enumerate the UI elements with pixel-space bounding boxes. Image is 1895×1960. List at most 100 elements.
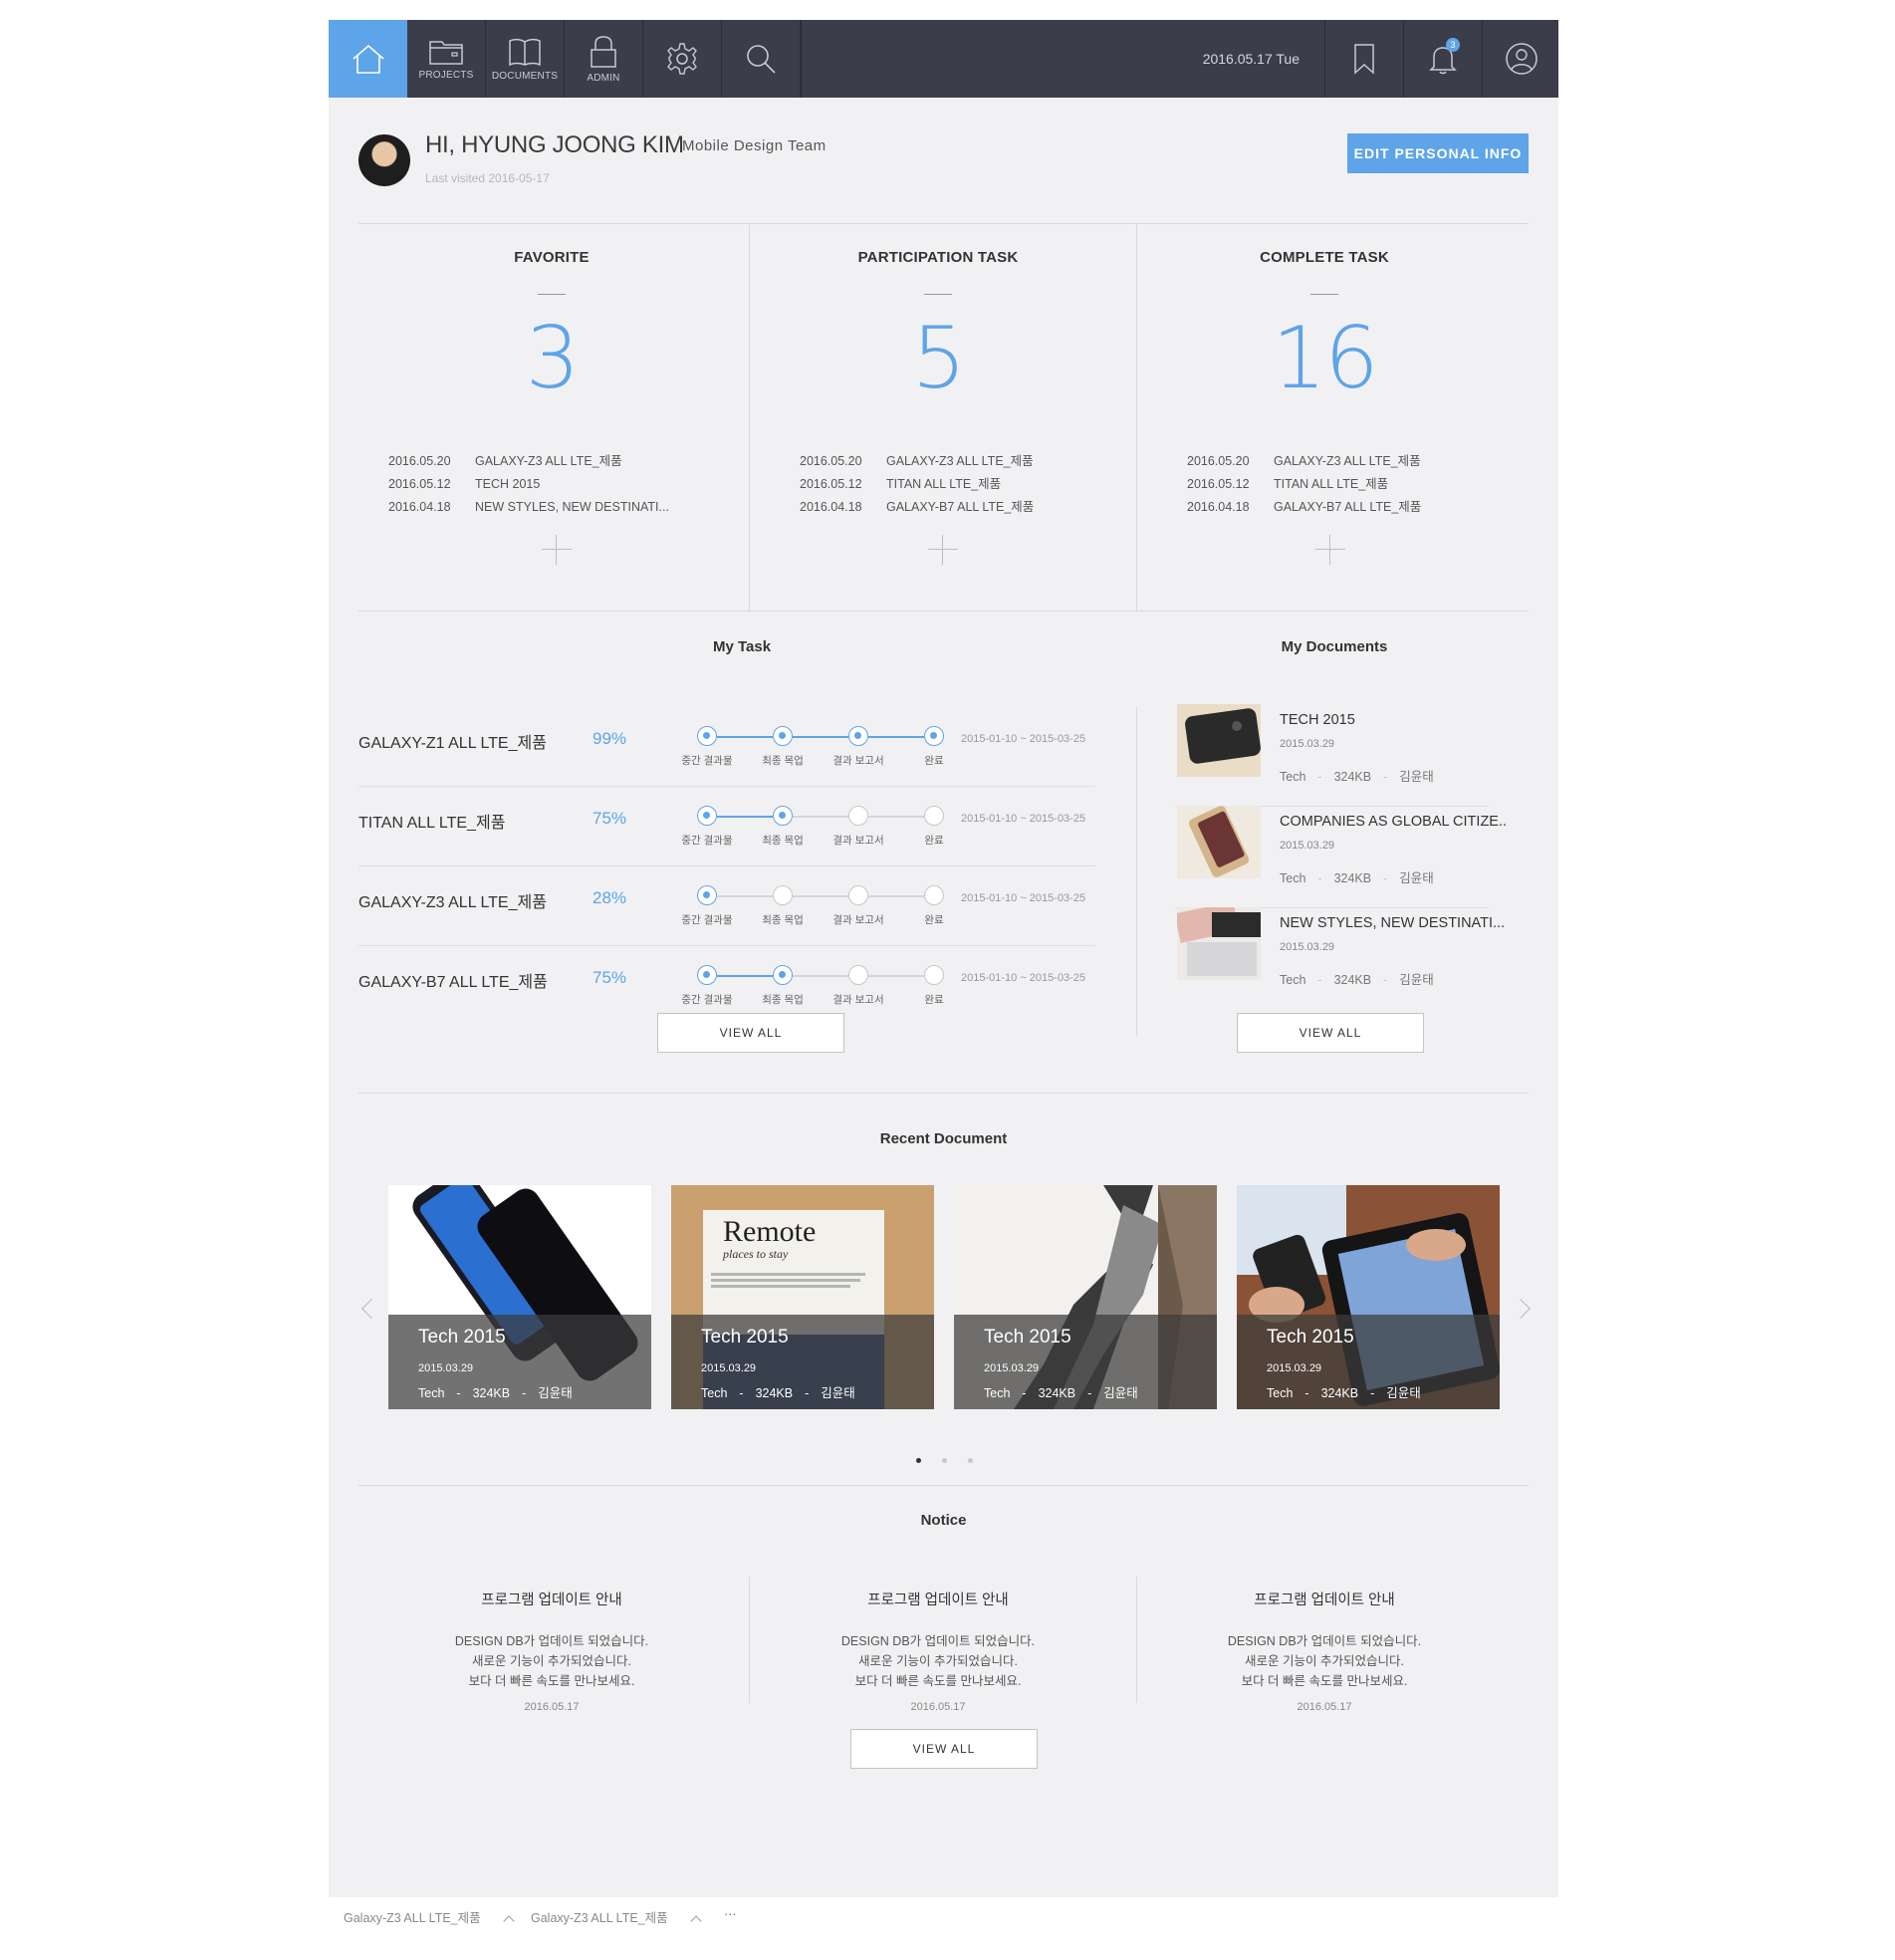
progress-step: 최종 목업 [743,885,823,927]
footer-tab-label: Galaxy-Z3 ALL LTE_제품 [531,1911,668,1925]
carousel-dot-3[interactable] [968,1458,973,1463]
step-circle [924,965,944,985]
stat-participation: PARTICIPATION TASK 5 [745,249,1131,408]
stat-count[interactable]: 3 [358,309,745,408]
nav-notification-button[interactable]: 3 [1403,20,1482,98]
nav-user-button[interactable] [1482,20,1560,98]
task-row[interactable]: GALAXY-Z3 ALL LTE_제품 28% 중간 결과물 최종 목업 결과 보고서… [358,866,1095,946]
recent-card[interactable]: Tech 2015 2015.03.29 Tech -324KB - 김윤태 [388,1185,651,1409]
task-row[interactable]: GALAXY-Z1 ALL LTE_제품 99% 중간 결과물 최종 목업 결과 보고서… [358,707,1095,787]
home-icon [352,44,384,74]
progress-step: 중간 결과물 [667,806,747,848]
document-meta: Tech -324KB - 김윤태 [1280,867,1434,886]
step-label: 최종 목업 [762,994,804,1006]
list-item-date: 2016.05.12 [388,477,451,491]
notice-view-all-button[interactable]: VIEW ALL [850,1729,1038,1769]
list-item[interactable]: 2016.05.12 TITAN ALL LTE_제품 [800,473,1034,496]
chevron-up-icon[interactable] [689,1915,702,1927]
add-favorite-button[interactable] [542,535,572,565]
footer-tab[interactable]: Galaxy-Z3 ALL LTE_제품 [531,1907,702,1927]
task-name: GALAXY-B7 ALL LTE_제품 [358,974,548,991]
card-date: 2015.03.29 [1267,1362,1322,1374]
document-thumbnail [1177,806,1261,878]
list-item[interactable]: 2016.05.12 TECH 2015 [388,473,669,496]
recent-card[interactable]: Remote places to stay Tech 2015 2015.03.… [671,1185,934,1409]
step-circle [848,885,868,905]
progress-step: 최종 목업 [743,806,823,848]
list-item[interactable]: 2016.05.12 TITAN ALL LTE_제품 [1187,473,1421,496]
task-name: GALAXY-Z3 ALL LTE_제품 [358,894,547,911]
nav-search-button[interactable] [722,20,801,98]
nav-home-button[interactable] [329,20,407,98]
step-circle [697,885,717,905]
lock-icon [591,35,616,68]
step-circle [848,965,868,985]
document-item[interactable]: TECH 2015 2015.03.29 Tech -324KB - 김윤태 [1175,704,1489,807]
step-label: 완료 [924,914,944,926]
nav-settings-button[interactable] [643,20,722,98]
recent-card[interactable]: Tech 2015 2015.03.29 Tech -324KB - 김윤태 [1237,1185,1500,1409]
stat-title: COMPLETE TASK [1260,249,1389,266]
carousel-prev-arrow[interactable] [361,1299,381,1319]
document-item[interactable]: COMPANIES AS GLOBAL CITIZE.. 2015.03.29 … [1175,806,1507,908]
list-item[interactable]: 2016.05.20 GALAXY-Z3 ALL LTE_제품 [800,450,1034,473]
progress-step: 최종 목업 [743,965,823,1007]
footer-tab[interactable]: Galaxy-Z3 ALL LTE_제품 [344,1907,515,1927]
notice-item[interactable]: 프로그램 업데이트 안내 DESIGN DB가 업데이트 되었습니다. 새로운 … [745,1589,1131,1713]
stat-complete: COMPLETE TASK 16 [1131,249,1518,408]
meta-separator: - [1022,1386,1027,1400]
document-thumbnail [1177,907,1261,980]
meta-separator: - [1383,770,1388,784]
notice-title: Notice [920,1512,967,1529]
footer-more-button[interactable]: ··· [724,1907,737,1921]
notice-item[interactable]: 프로그램 업데이트 안내 DESIGN DB가 업데이트 되었습니다. 새로운 … [358,1589,745,1713]
nav-projects-button[interactable]: PROJECTS [407,20,486,98]
stat-count[interactable]: 16 [1131,309,1518,408]
list-item-name: TITAN ALL LTE_제품 [1274,477,1389,491]
card-title: Tech 2015 [701,1327,789,1348]
chevron-up-icon[interactable] [502,1915,515,1927]
carousel-dot-2[interactable] [942,1458,947,1463]
list-item[interactable]: 2016.04.18 GALAXY-B7 ALL LTE_제품 [800,496,1034,519]
list-item[interactable]: 2016.04.18 NEW STYLES, NEW DESTINATI... [388,496,669,519]
last-visited: Last visited 2016-05-17 [425,171,550,185]
user-icon [1506,43,1538,75]
nav-admin-button[interactable]: ADMIN [565,20,643,98]
list-item[interactable]: 2016.05.20 GALAXY-Z3 ALL LTE_제품 [1187,450,1421,473]
notice-item[interactable]: 프로그램 업데이트 안내 DESIGN DB가 업데이트 되었습니다. 새로운 … [1131,1589,1518,1713]
add-complete-button[interactable] [1315,535,1345,565]
step-label: 완료 [924,835,944,847]
document-size: 324KB [1333,871,1372,885]
documents-view-all-button[interactable]: VIEW ALL [1237,1013,1424,1053]
list-item[interactable]: 2016.05.20 GALAXY-Z3 ALL LTE_제품 [388,450,669,473]
carousel-next-arrow[interactable] [1511,1299,1531,1319]
document-meta: Tech -324KB - 김윤태 [1280,766,1434,785]
task-row[interactable]: TITAN ALL LTE_제품 75% 중간 결과물 최종 목업 결과 보고서 완료 20… [358,787,1095,866]
list-item[interactable]: 2016.04.18 GALAXY-B7 ALL LTE_제품 [1187,496,1421,519]
edit-personal-info-button[interactable]: EDIT PERSONAL INFO [1347,133,1529,173]
stat-count[interactable]: 5 [745,309,1131,408]
team-name: Mobile Design Team [682,137,827,154]
notice-item-title: 프로그램 업데이트 안내 [481,1592,622,1608]
step-label: 최종 목업 [762,914,804,926]
document-title: COMPANIES AS GLOBAL CITIZE.. [1280,814,1508,830]
my-documents-title: My Documents [1281,638,1388,655]
progress-step: 결과 보고서 [819,965,898,1007]
step-label: 결과 보고서 [832,755,884,767]
task-percent: 99% [592,729,627,748]
document-item[interactable]: NEW STYLES, NEW DESTINATI... 2015.03.29 … [1175,907,1505,1010]
stat-dash [924,294,952,295]
card-category: Tech [418,1386,445,1400]
nav-documents-button[interactable]: DOCUMENTS [486,20,565,98]
add-participation-button[interactable] [928,535,958,565]
meta-separator: - [1087,1386,1092,1400]
recent-card[interactable]: Tech 2015 2015.03.29 Tech -324KB - 김윤태 [954,1185,1217,1409]
nav-bookmark-button[interactable] [1324,20,1403,98]
list-item-name: TECH 2015 [475,477,541,491]
carousel-dot-1[interactable] [916,1458,921,1463]
nav-admin-label: ADMIN [587,72,620,84]
progress-step: 중간 결과물 [667,965,747,1007]
card-meta: Tech -324KB - 김윤태 [418,1382,573,1401]
notice-item-date: 2016.05.17 [910,1701,966,1713]
task-view-all-button[interactable]: VIEW ALL [657,1013,844,1053]
